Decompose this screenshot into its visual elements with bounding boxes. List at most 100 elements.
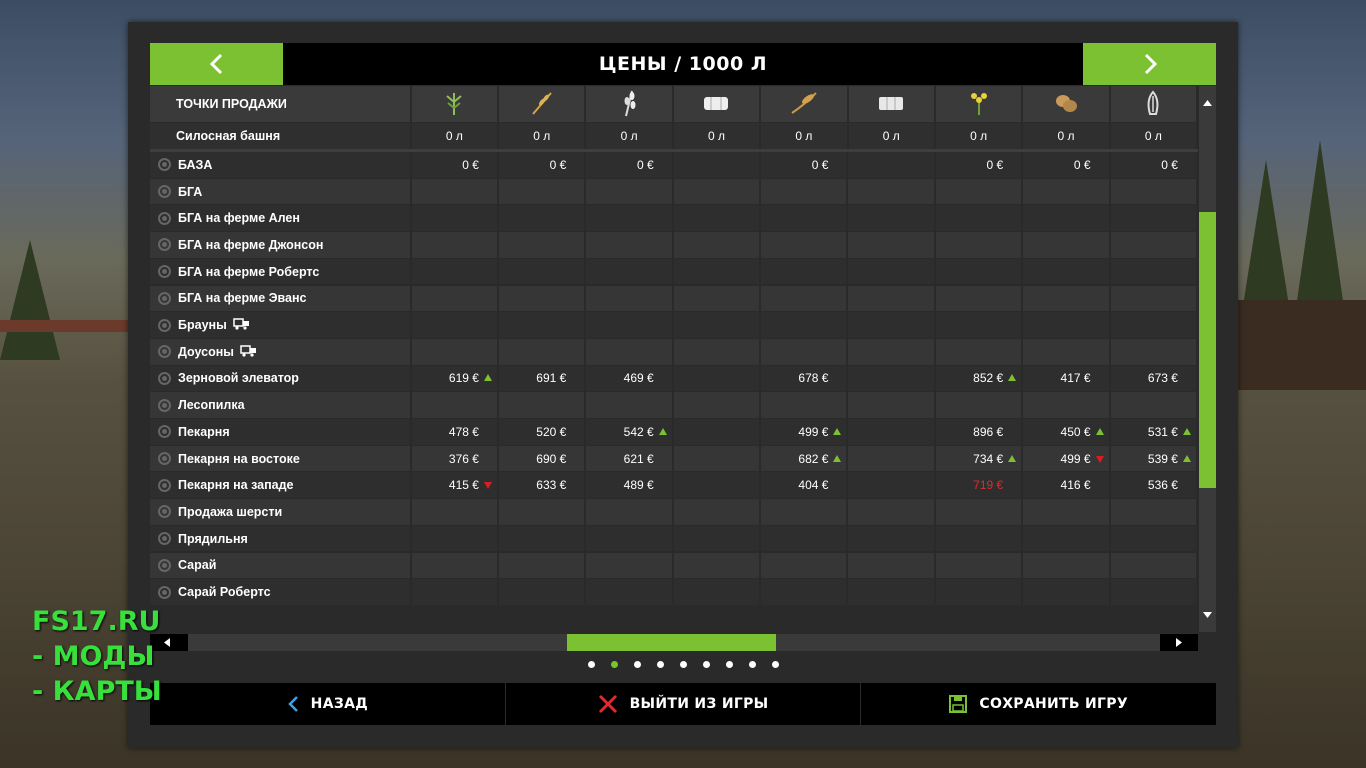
price-cell (935, 525, 1022, 552)
floppy-disk-icon (949, 695, 968, 713)
map-hotspot-icon[interactable] (158, 425, 171, 439)
product-column-header[interactable] (673, 86, 760, 122)
map-hotspot-icon[interactable] (158, 371, 171, 385)
price-cell: 734 € (935, 445, 1022, 472)
back-button[interactable]: НАЗАД (150, 683, 506, 725)
table-row[interactable]: Лесопилка (150, 392, 1198, 418)
page-dot[interactable] (679, 661, 687, 668)
price-cell (498, 312, 585, 338)
price-cell: 499 € (761, 419, 847, 445)
price-cell (848, 338, 934, 365)
price-cell (673, 338, 760, 365)
map-hotspot-icon[interactable] (158, 505, 171, 519)
table-row[interactable]: Прядильня (150, 525, 1198, 552)
scroll-right-arrow[interactable] (1160, 634, 1198, 651)
sell-point-name-cell: Брауны (150, 312, 410, 338)
map-hotspot-icon[interactable] (158, 585, 171, 599)
map-hotspot-icon[interactable] (158, 452, 171, 466)
horizontal-scroll-thumb[interactable] (567, 634, 776, 651)
product-column-header[interactable] (848, 86, 934, 122)
price-value: 682 € (798, 451, 829, 466)
product-column-header[interactable] (935, 86, 1022, 122)
trend-up-icon (1182, 427, 1191, 435)
price-cell: 542 € (586, 419, 672, 445)
map-hotspot-icon[interactable] (158, 291, 171, 305)
vertical-scroll-thumb[interactable] (1199, 212, 1216, 488)
vertical-scrollbar[interactable] (1199, 86, 1216, 632)
chevron-left-icon (287, 696, 298, 712)
table-row[interactable]: БГА на ферме Эванс (150, 285, 1198, 312)
product-column-header[interactable] (1110, 86, 1197, 122)
table-row[interactable]: Пекарня на востоке 376 € 690 € 621 € 682 € 73… (150, 445, 1198, 472)
price-cell (586, 285, 672, 312)
quit-game-button[interactable]: ВЫЙТИ ИЗ ИГРЫ (506, 683, 862, 725)
map-hotspot-icon[interactable] (158, 532, 171, 546)
price-value: 536 € (1147, 478, 1178, 493)
table-row[interactable]: БГА на ферме Джонсон (150, 232, 1198, 258)
table-row[interactable]: Продажа шерсти (150, 499, 1198, 525)
table-row[interactable]: Зерновой элеватор 619 € 691 € 469 € 678 € 852… (150, 365, 1198, 392)
price-cell (761, 579, 847, 605)
product-column-header[interactable] (586, 86, 672, 122)
table-row[interactable]: Пекарня на западе 415 € 633 € 489 € 404 € 719… (150, 472, 1198, 499)
scroll-down-arrow[interactable] (1199, 606, 1216, 623)
table-row[interactable]: БГА на ферме Робертс (150, 258, 1198, 285)
price-cell (411, 579, 497, 605)
price-value: 542 € (623, 424, 654, 439)
map-hotspot-icon[interactable] (158, 478, 171, 492)
horizontal-scrollbar[interactable] (150, 634, 1198, 651)
silo-amount: 0 л (1023, 123, 1109, 149)
price-cell (673, 499, 760, 525)
price-cell (761, 392, 847, 418)
header-bar: ЦЕНЫ / 1000 Л (150, 43, 1216, 85)
price-cell (761, 312, 847, 338)
sell-point-name-cell: БАЗА (150, 152, 410, 178)
page-dot[interactable] (748, 661, 756, 668)
map-hotspot-icon[interactable] (158, 211, 171, 225)
map-hotspot-icon[interactable] (158, 185, 171, 199)
product-column-header[interactable] (411, 86, 498, 122)
map-hotspot-icon[interactable] (158, 238, 171, 252)
trend-down-icon (483, 482, 492, 490)
map-hotspot-icon[interactable] (158, 558, 171, 572)
price-cell (586, 392, 672, 418)
table-row[interactable]: БГА (150, 178, 1198, 205)
table-row[interactable]: Доусоны (150, 338, 1198, 365)
prev-page-button[interactable] (150, 43, 283, 85)
price-value: 621 € (623, 451, 654, 466)
page-dot[interactable] (725, 661, 733, 668)
page-dot[interactable] (633, 661, 641, 668)
product-column-header[interactable] (1023, 86, 1109, 122)
table-row[interactable]: БГА на ферме Ален (150, 205, 1198, 232)
table-row[interactable]: Пекарня 478 € 520 € 542 € 499 € 896 € 450 € 531… (150, 419, 1198, 445)
scroll-up-arrow[interactable] (1199, 94, 1216, 111)
page-dot[interactable] (656, 661, 664, 668)
price-cell (1110, 178, 1196, 205)
save-game-button[interactable]: СОХРАНИТЬ ИГРУ (861, 683, 1216, 725)
page-dot[interactable] (610, 661, 618, 668)
page-dot[interactable] (702, 661, 710, 668)
page-dot[interactable] (771, 661, 779, 668)
price-cell (848, 419, 934, 445)
table-row[interactable]: Брауны (150, 312, 1198, 338)
map-hotspot-icon[interactable] (158, 318, 171, 332)
map-hotspot-icon[interactable] (158, 345, 171, 359)
page-dot[interactable] (587, 661, 595, 668)
map-hotspot-icon[interactable] (158, 158, 171, 172)
table-row[interactable]: Сарай (150, 552, 1198, 579)
sell-point-name: Пекарня на западе (178, 478, 294, 493)
table-row[interactable]: БАЗА 0 € 0 € 0 € 0 € 0 € 0 € 0 € (150, 152, 1198, 178)
price-cell (1023, 499, 1109, 525)
map-hotspot-icon[interactable] (158, 265, 171, 279)
price-value: 478 € (448, 424, 479, 439)
table-row[interactable]: Сарай Робертс (150, 579, 1198, 605)
price-cell (498, 232, 585, 258)
product-column-header[interactable] (499, 86, 585, 122)
map-hotspot-icon[interactable] (158, 398, 171, 412)
next-page-button[interactable] (1083, 43, 1216, 85)
price-cell: 520 € (498, 419, 585, 445)
sell-point-name: Сарай (178, 558, 217, 573)
product-column-header[interactable] (761, 86, 847, 122)
silo-label: Силосная башня (150, 123, 410, 149)
price-cell: 404 € (761, 472, 847, 499)
